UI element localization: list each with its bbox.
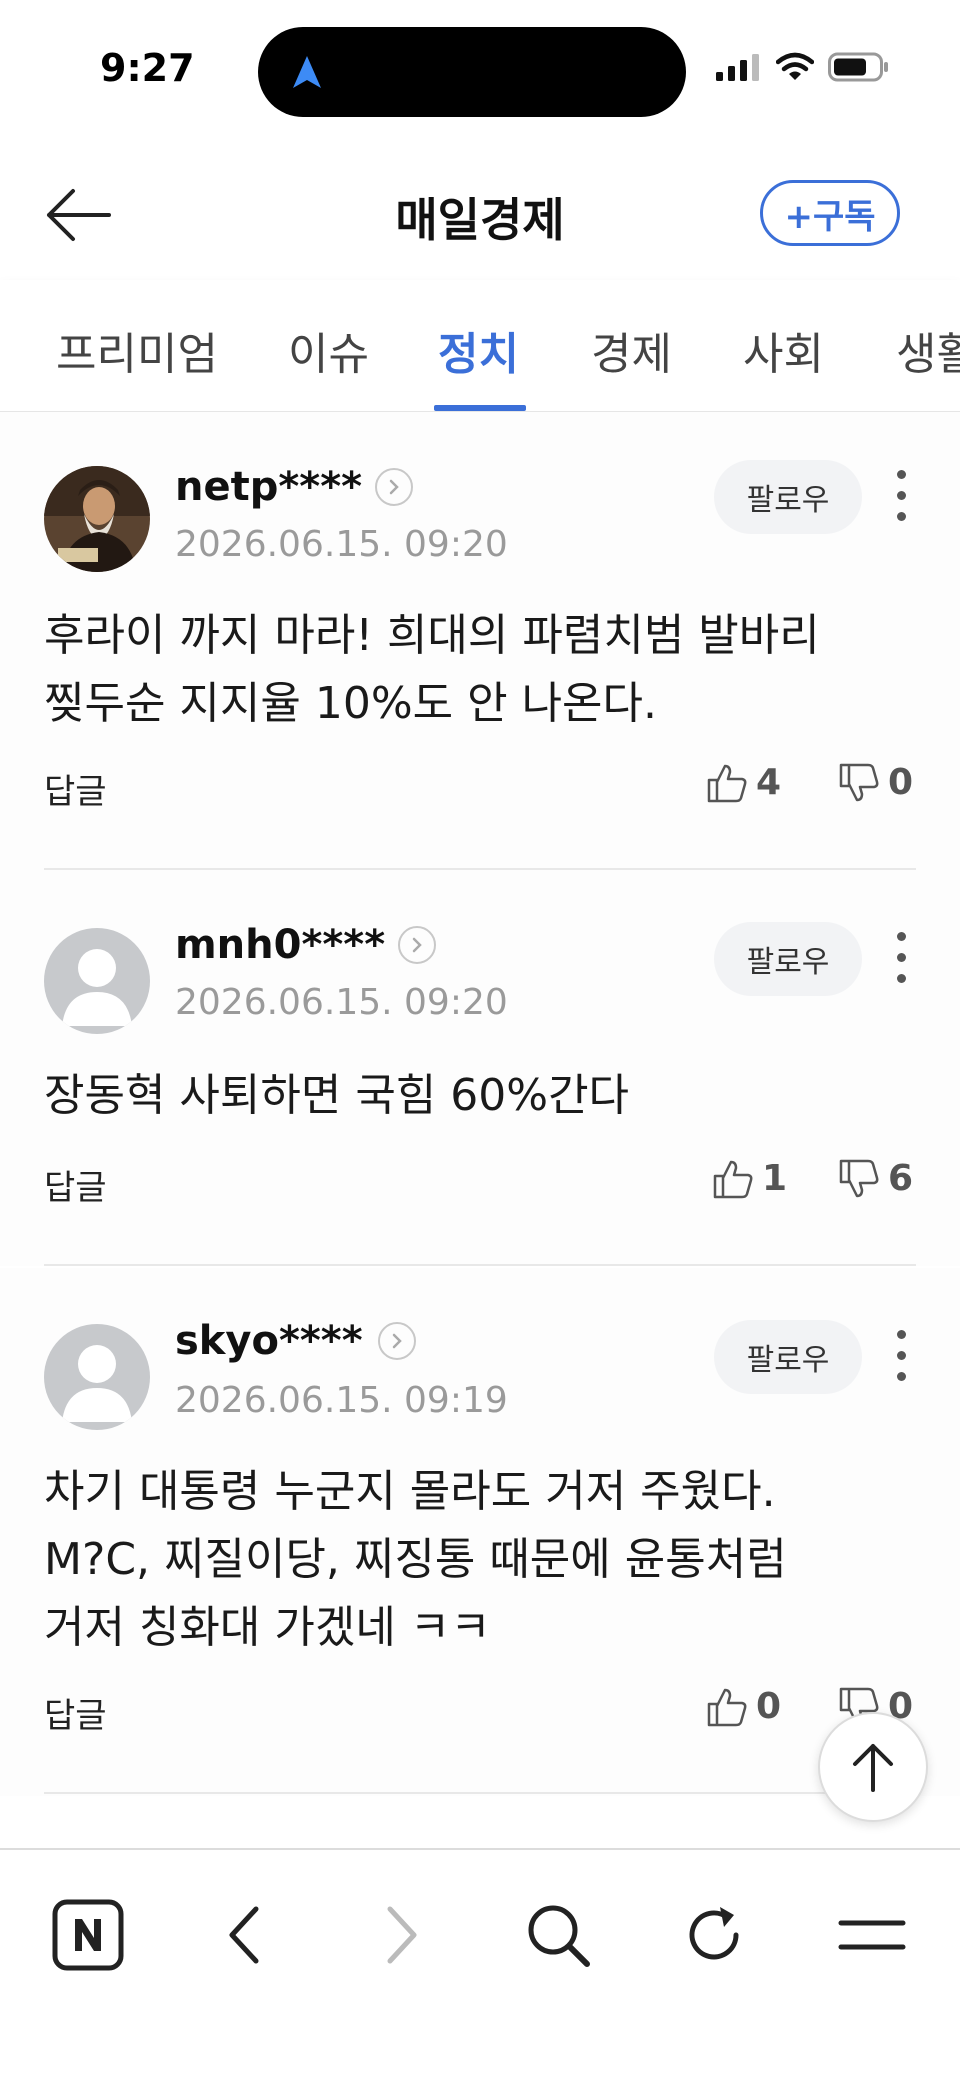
comment-username[interactable]: skyo**** [175, 1318, 363, 1364]
comment-body: 장동혁 사퇴하면 국힘 60%간다 [44, 1062, 904, 1130]
more-options-button[interactable] [884, 455, 918, 535]
comment-divider [44, 1792, 916, 1794]
like-button[interactable]: 0 [706, 1686, 781, 1727]
browser-toolbar [0, 1848, 960, 2079]
comment-body-line: 차기 대통령 누군지 몰라도 거저 주웠다. [44, 1466, 776, 1517]
avatar[interactable] [44, 1324, 150, 1430]
tab-issue[interactable]: 이슈 [288, 318, 369, 382]
active-tab-indicator [434, 405, 526, 411]
profile-chevron-button[interactable] [375, 468, 413, 506]
naver-home-icon [52, 1899, 124, 1971]
comment-item: netp**** 2026.06.15. 09:20 팔로우 후라이 까지 마라… [0, 412, 960, 872]
portrait-avatar-icon [44, 466, 150, 572]
profile-chevron-button[interactable] [378, 1322, 416, 1360]
location-arrow-icon [293, 56, 321, 88]
comment-username[interactable]: mnh0**** [175, 922, 385, 968]
scroll-to-top-button[interactable] [818, 1712, 928, 1822]
comment-timestamp: 2026.06.15. 09:20 [175, 524, 508, 565]
tab-life[interactable]: 생활 [896, 318, 960, 382]
follow-button[interactable]: 팔로우 [714, 460, 862, 534]
like-button[interactable]: 4 [706, 762, 781, 803]
reload-button[interactable] [664, 1890, 764, 1980]
default-avatar-icon [62, 1345, 132, 1422]
thumbs-down-icon [839, 1159, 879, 1197]
search-button[interactable] [508, 1890, 608, 1980]
like-button[interactable]: 1 [712, 1158, 787, 1199]
subscribe-button[interactable]: +구독 [760, 180, 900, 246]
more-options-button[interactable] [884, 1315, 918, 1395]
app-header: 매일경제 +구독 [0, 140, 960, 280]
dislike-count: 6 [888, 1158, 914, 1199]
battery-icon [828, 52, 888, 82]
dynamic-island [258, 27, 686, 117]
like-count: 4 [756, 762, 782, 803]
search-icon [528, 1905, 590, 1967]
tab-premium[interactable]: 프리미엄 [56, 318, 218, 382]
forward-nav-button[interactable] [352, 1890, 452, 1980]
comment-item: skyo**** 2026.06.15. 09:19 팔로우 차기 대통령 누군… [0, 1268, 960, 1796]
follow-button[interactable]: 팔로우 [714, 922, 862, 996]
comment-body-line: M?C, 찌질이당, 찌징통 때문에 윤통처럼 [44, 1534, 787, 1585]
comment-body-line: 후라이 까지 마라! 희대의 파렴치범 발바리 [44, 610, 820, 661]
naver-home-button[interactable] [38, 1890, 138, 1980]
status-bar: 9:27 [0, 0, 960, 140]
tab-society[interactable]: 사회 [743, 318, 824, 382]
back-arrow-icon [47, 189, 111, 241]
dislike-button[interactable]: 6 [838, 1158, 913, 1199]
cellular-signal-icon [716, 54, 759, 81]
comment-body-line: 찢두순 지지율 10%도 안 나온다. [44, 678, 658, 729]
reply-button[interactable]: 답글 [44, 1160, 107, 1209]
thumbs-up-icon [707, 1688, 747, 1726]
chevron-right-icon [392, 1333, 402, 1349]
reply-button[interactable]: 답글 [44, 764, 107, 813]
thumbs-down-icon [839, 763, 879, 801]
comment-divider [44, 868, 916, 870]
arrow-up-icon [853, 1744, 893, 1792]
menu-button[interactable] [822, 1890, 922, 1980]
default-avatar-icon [62, 949, 132, 1026]
wifi-icon [776, 52, 814, 80]
avatar[interactable] [44, 928, 150, 1034]
back-button[interactable] [38, 180, 118, 250]
chevron-right-icon [389, 479, 399, 495]
comment-body-line: 거저 칭화대 가겠네 ㅋㅋ [44, 1602, 491, 1653]
forward-icon [387, 1906, 417, 1964]
comment-item: mnh0**** 2026.06.15. 09:20 팔로우 장동혁 사퇴하면 … [0, 872, 960, 1266]
menu-icon [838, 1920, 906, 1950]
comment-timestamp: 2026.06.15. 09:20 [175, 982, 508, 1023]
back-nav-button[interactable] [194, 1890, 294, 1980]
thumbs-up-icon [713, 1160, 753, 1198]
comment-divider [44, 1264, 916, 1266]
comment-timestamp: 2026.06.15. 09:19 [175, 1380, 508, 1421]
reply-button[interactable]: 답글 [44, 1688, 107, 1737]
comment-username[interactable]: netp**** [175, 464, 362, 510]
comment-body: 차기 대통령 누군지 몰라도 거저 주웠다. M?C, 찌질이당, 찌징통 때문… [44, 1458, 904, 1662]
tab-politics[interactable]: 정치 [438, 318, 519, 382]
dislike-count: 0 [888, 762, 914, 803]
profile-chevron-button[interactable] [398, 926, 436, 964]
follow-button[interactable]: 팔로우 [714, 1320, 862, 1394]
chevron-right-icon [412, 937, 422, 953]
comment-body-line: 장동혁 사퇴하면 국힘 60%간다 [44, 1070, 630, 1121]
back-icon [229, 1906, 259, 1964]
avatar[interactable] [44, 466, 150, 572]
comment-body: 후라이 까지 마라! 희대의 파렴치범 발바리 찢두순 지지율 10%도 안 나… [44, 602, 904, 738]
like-count: 0 [756, 1686, 782, 1727]
reload-icon [689, 1907, 739, 1960]
status-icons [716, 52, 890, 82]
category-tabs: 프리미엄 이슈 정치 경제 사회 생활 [0, 280, 960, 412]
thumbs-up-icon [707, 764, 747, 802]
like-count: 1 [762, 1158, 788, 1199]
status-time: 9:27 [100, 46, 195, 90]
dislike-button[interactable]: 0 [838, 762, 913, 803]
more-options-button[interactable] [884, 917, 918, 997]
tab-economy[interactable]: 경제 [591, 318, 672, 382]
